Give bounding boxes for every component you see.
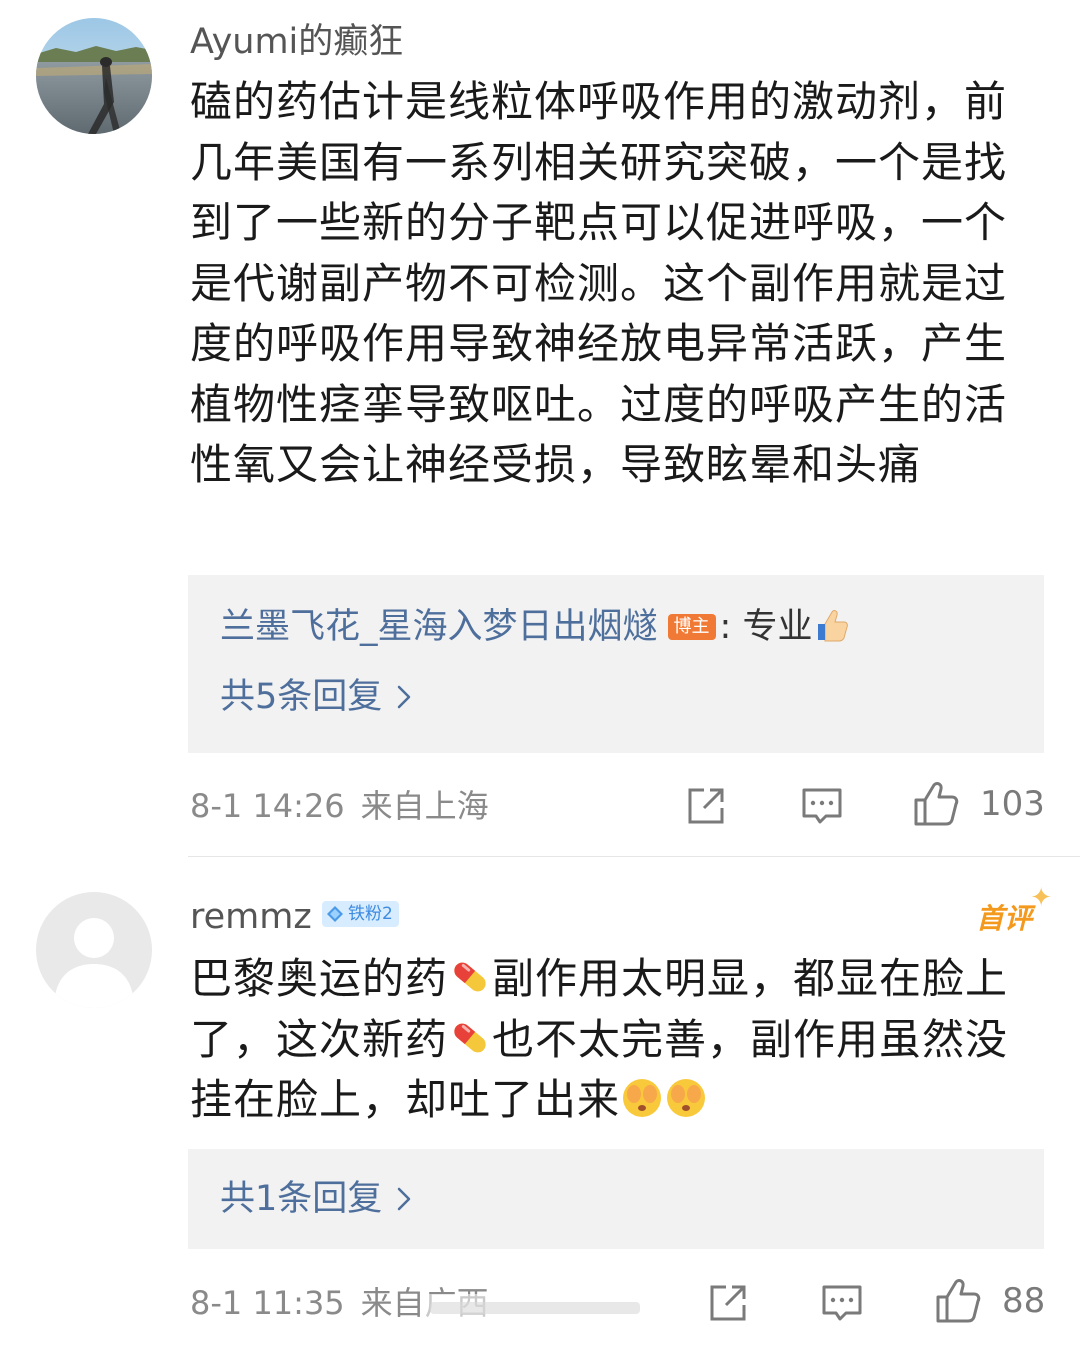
- comment-bubble-icon: [802, 788, 842, 824]
- comment-bubble-icon: [822, 1285, 862, 1321]
- first-comment-tag: 首评 ✦: [975, 883, 1052, 937]
- first-comment-label: 首评: [975, 902, 1032, 935]
- share-button[interactable]: [684, 784, 728, 828]
- comment-button[interactable]: [820, 1281, 864, 1325]
- view-replies-link[interactable]: 共5条回复: [220, 675, 412, 719]
- sparkle-icon: ✦: [1030, 883, 1052, 913]
- comment-text-part: 巴黎奥运的药: [190, 954, 449, 1003]
- comment-time: 8-1 14:26: [190, 787, 345, 825]
- fan-level-badge: 铁粉2: [322, 901, 399, 927]
- comment-button[interactable]: [800, 784, 844, 828]
- like-button[interactable]: 88: [934, 1277, 1045, 1325]
- covering-face-emoji-icon: [623, 1079, 662, 1117]
- comment-time: 8-1 11:35: [190, 1284, 345, 1322]
- reply-preview-box[interactable]: 兰墨飞花_星海入梦日出烟燧 博主: 专业 共5条回复: [188, 575, 1044, 753]
- reply-content: 专业: [742, 607, 813, 647]
- username[interactable]: Ayumi的癫狂: [190, 20, 403, 64]
- like-count: 103: [980, 784, 1045, 824]
- reply-colon: :: [719, 607, 732, 647]
- reply-author-link[interactable]: 兰墨飞花_星海入梦日出烟燧: [220, 607, 658, 647]
- share-icon: [688, 788, 724, 824]
- comment-item: Ayumi的癫狂 磕的药估计是线粒体呼吸作用的激动剂，前几年美国有一系列相关研究…: [0, 0, 1080, 856]
- reply-preview-line: 兰墨飞花_星海入梦日出烟燧 博主: 专业: [220, 605, 850, 649]
- comment-location: 来自上海: [360, 787, 489, 825]
- view-replies-link[interactable]: 共1条回复: [220, 1177, 412, 1221]
- thumbs-up-icon: [914, 782, 959, 826]
- covering-face-emoji-icon: [667, 1079, 706, 1117]
- like-button[interactable]: 103: [912, 780, 1045, 828]
- thumbs-up-icon: [936, 1279, 981, 1323]
- watermark-overlay: [420, 1294, 650, 1322]
- comment-meta: 8-1 14:26 来自上海: [190, 786, 489, 826]
- comment-text: 磕的药估计是线粒体呼吸作用的激动剂，前几年美国有一系列相关研究突破，一个是找到了…: [190, 77, 1008, 489]
- username[interactable]: remmz: [190, 895, 312, 939]
- reply-count-label: 共1条回复: [220, 1179, 383, 1219]
- comment-text: 巴黎奥运的药 副作用太明显，都显在脸上了，这次新药 也不太完善，副作用虽然没挂在…: [190, 949, 1030, 1131]
- reply-count-label: 共5条回复: [220, 677, 383, 717]
- share-button[interactable]: [706, 1281, 750, 1325]
- chevron-right-icon: [398, 1187, 411, 1211]
- diamond-icon: [327, 906, 343, 922]
- like-count: 88: [1002, 1281, 1046, 1321]
- fan-level-label: 铁粉2: [348, 904, 393, 924]
- blogger-badge: 博主: [667, 614, 716, 640]
- pill-emoji-icon: [454, 962, 486, 992]
- share-icon: [710, 1285, 746, 1321]
- avatar[interactable]: [36, 892, 152, 1008]
- chevron-right-icon: [398, 685, 411, 709]
- comment-item: remmz 铁粉2 首评 ✦ 巴黎奥运的药 副作用太明显，都显在脸上了，这次新药…: [0, 857, 1080, 1347]
- thumbs-up-emoji-icon: [818, 610, 849, 642]
- pill-emoji-icon: [454, 1023, 486, 1052]
- avatar[interactable]: [36, 18, 152, 134]
- reply-preview-box[interactable]: 共1条回复: [188, 1149, 1044, 1249]
